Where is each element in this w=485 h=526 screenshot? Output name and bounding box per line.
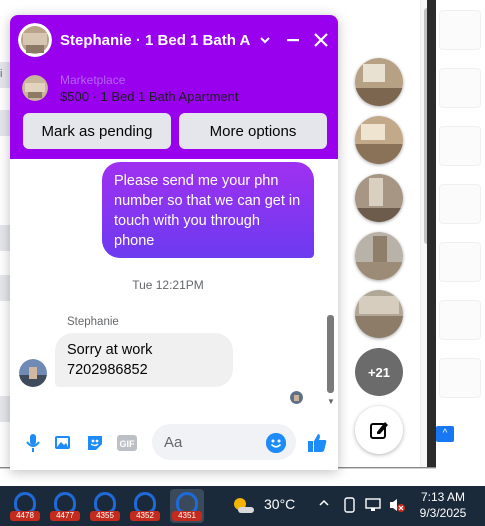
incoming-message[interactable]: Sorry at work 7202986852	[55, 333, 233, 387]
taskbar-app[interactable]: 4352	[128, 489, 162, 523]
chat-head-avatar[interactable]	[355, 116, 403, 164]
chevron-up-icon[interactable]: ^	[436, 426, 454, 442]
clock-date: 9/3/2025	[419, 506, 467, 520]
more-chats-badge[interactable]: +21	[355, 348, 403, 396]
new-message-button[interactable]	[355, 406, 403, 454]
chat-head-avatar[interactable]	[355, 232, 403, 280]
window-bottom-edge	[0, 468, 436, 486]
marketplace-listing[interactable]: Marketplace $500 · 1 Bed 1 Bath Apartmen…	[10, 65, 338, 111]
chat-head-avatar[interactable]	[355, 290, 403, 338]
network-icon[interactable]	[365, 497, 383, 516]
seen-indicator-avatar	[290, 391, 303, 404]
more-options-button[interactable]: More options	[179, 113, 327, 149]
taskbar-app-badge: 4351	[172, 511, 202, 521]
volume-muted-icon[interactable]	[388, 497, 406, 516]
minimize-icon[interactable]	[280, 27, 306, 53]
message-composer: GIF Aa	[10, 419, 338, 465]
sender-avatar[interactable]	[19, 359, 47, 387]
clock-time: 7:13 AM	[420, 490, 466, 504]
outgoing-message[interactable]: Please send me your phn number so that w…	[102, 162, 314, 258]
taskbar-app-badge: 4477	[50, 511, 80, 521]
temperature: 30°C	[264, 496, 296, 512]
taskbar-app[interactable]: 4355	[88, 489, 122, 523]
listing-source: Marketplace	[60, 72, 126, 87]
window-edge	[427, 0, 436, 470]
taskbar-app[interactable]: 4478	[8, 489, 42, 523]
close-icon[interactable]	[308, 27, 334, 53]
weather-sun-icon	[234, 498, 254, 513]
svg-text:GIF: GIF	[120, 439, 136, 449]
taskbar-app-badge: 4352	[130, 511, 160, 521]
message-input-placeholder: Aa	[164, 433, 183, 451]
emoji-icon[interactable]	[266, 433, 286, 453]
chat-title[interactable]: Stephanie · 1 Bed 1 Bath A...	[60, 32, 250, 49]
system-clock[interactable]: 7:13 AM 9/3/2025	[416, 489, 470, 521]
gif-icon[interactable]: GIF	[116, 432, 138, 454]
chevron-down-icon[interactable]	[252, 27, 278, 53]
phone-link-icon[interactable]	[343, 497, 357, 516]
thumbs-up-icon[interactable]	[306, 432, 328, 454]
weather-widget[interactable]: 30°C	[230, 493, 295, 515]
sticker-icon[interactable]	[84, 432, 106, 454]
message-timestamp: Tue 12:21PM	[132, 278, 204, 292]
message-thread[interactable]: Please send me your phn number so that w…	[10, 159, 338, 409]
sender-name: Stephanie	[67, 316, 119, 328]
background-right-column	[432, 0, 485, 486]
mark-as-pending-button[interactable]: Mark as pending	[23, 113, 171, 149]
taskbar-app-badge: 4355	[90, 511, 120, 521]
compose-icon	[370, 422, 388, 439]
photo-icon[interactable]	[52, 432, 74, 454]
microphone-icon[interactable]	[22, 432, 44, 454]
message-input[interactable]: Aa	[152, 424, 296, 460]
chat-head-avatar[interactable]	[355, 58, 403, 106]
thread-scrollbar[interactable]: ▼	[326, 159, 336, 409]
messenger-chat-window: Stephanie · 1 Bed 1 Bath A... Marketplac…	[10, 15, 338, 470]
contact-avatar[interactable]	[18, 23, 52, 57]
chat-head-avatar[interactable]	[355, 174, 403, 222]
taskbar-app-badge: 4478	[10, 511, 40, 521]
taskbar-app[interactable]: 4477	[48, 489, 82, 523]
listing-thumbnail	[22, 75, 48, 101]
chat-header[interactable]: Stephanie · 1 Bed 1 Bath A...	[10, 15, 338, 65]
listing-title: $500 · 1 Bed 1 Bath Apartment	[60, 88, 239, 104]
taskbar-app-active[interactable]: 4351	[170, 489, 204, 523]
windows-taskbar: 4478 4477 4355 4352 4351 30°C 7:13 AM 9/…	[0, 486, 485, 526]
listing-actions: Mark as pending More options	[10, 111, 338, 159]
chevron-up-icon[interactable]	[318, 497, 330, 512]
